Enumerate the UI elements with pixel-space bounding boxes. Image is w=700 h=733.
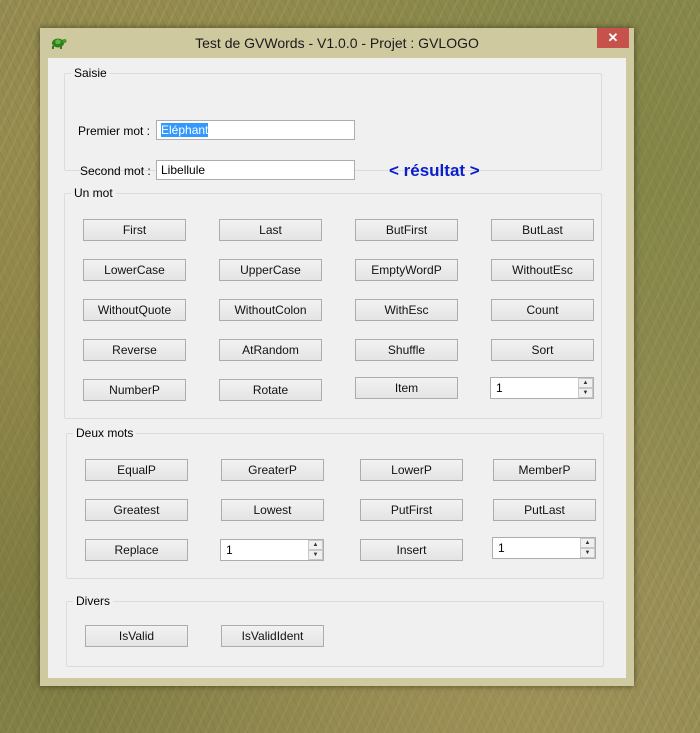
window-title: Test de GVWords - V1.0.0 - Projet : GVLO…: [195, 35, 479, 51]
spin-down-icon[interactable]: ▼: [308, 550, 323, 560]
equalp-button[interactable]: EqualP: [85, 459, 188, 481]
reverse-button[interactable]: Reverse: [83, 339, 186, 361]
lowercase-button[interactable]: LowerCase: [83, 259, 186, 281]
un-mot-legend: Un mot: [71, 186, 116, 200]
app-window: Test de GVWords - V1.0.0 - Projet : GVLO…: [40, 28, 634, 686]
last-button[interactable]: Last: [219, 219, 322, 241]
withoutcolon-button[interactable]: WithoutColon: [219, 299, 322, 321]
item-button[interactable]: Item: [355, 377, 458, 399]
withesc-button[interactable]: WithEsc: [355, 299, 458, 321]
butlast-button[interactable]: ButLast: [491, 219, 594, 241]
first-word-value: Eléphant: [161, 123, 209, 137]
isvalidident-button[interactable]: IsValidIdent: [221, 625, 324, 647]
count-button[interactable]: Count: [491, 299, 594, 321]
spin-up-icon[interactable]: ▲: [308, 540, 323, 550]
putfirst-button[interactable]: PutFirst: [360, 499, 463, 521]
emptywordp-button[interactable]: EmptyWordP: [355, 259, 458, 281]
second-word-label: Second mot :: [80, 164, 151, 178]
item-spinbox[interactable]: 1 ▲ ▼: [490, 377, 594, 399]
numberp-button[interactable]: NumberP: [83, 379, 186, 401]
spin-up-icon[interactable]: ▲: [580, 538, 595, 548]
item-spin-value: 1: [496, 381, 503, 395]
spin-up-icon[interactable]: ▲: [578, 378, 593, 388]
result-label: < résultat >: [389, 161, 480, 180]
close-button[interactable]: ✕: [597, 28, 629, 48]
isvalid-button[interactable]: IsValid: [85, 625, 188, 647]
replace-spin-value: 1: [226, 543, 233, 557]
shuffle-button[interactable]: Shuffle: [355, 339, 458, 361]
memberp-button[interactable]: MemberP: [493, 459, 596, 481]
greaterp-button[interactable]: GreaterP: [221, 459, 324, 481]
putlast-button[interactable]: PutLast: [493, 499, 596, 521]
divers-legend: Divers: [73, 594, 114, 608]
replace-spinbox[interactable]: 1 ▲ ▼: [220, 539, 324, 561]
saisie-legend: Saisie: [71, 66, 110, 80]
withoutesc-button[interactable]: WithoutEsc: [491, 259, 594, 281]
spin-down-icon[interactable]: ▼: [580, 548, 595, 558]
atrandom-button[interactable]: AtRandom: [219, 339, 322, 361]
withoutquote-button[interactable]: WithoutQuote: [83, 299, 186, 321]
sort-button[interactable]: Sort: [491, 339, 594, 361]
spin-down-icon[interactable]: ▼: [578, 388, 593, 398]
insert-button[interactable]: Insert: [360, 539, 463, 561]
insert-spinbox[interactable]: 1 ▲ ▼: [492, 537, 596, 559]
first-button[interactable]: First: [83, 219, 186, 241]
replace-button[interactable]: Replace: [85, 539, 188, 561]
first-word-input[interactable]: Eléphant: [156, 120, 355, 140]
title-bar[interactable]: Test de GVWords - V1.0.0 - Projet : GVLO…: [40, 28, 634, 58]
client-area: Saisie Premier mot : Eléphant Second mot…: [48, 58, 626, 678]
lowerp-button[interactable]: LowerP: [360, 459, 463, 481]
rotate-button[interactable]: Rotate: [219, 379, 322, 401]
deux-mots-legend: Deux mots: [73, 426, 137, 440]
greatest-button[interactable]: Greatest: [85, 499, 188, 521]
uppercase-button[interactable]: UpperCase: [219, 259, 322, 281]
butfirst-button[interactable]: ButFirst: [355, 219, 458, 241]
first-word-label: Premier mot :: [78, 124, 151, 138]
insert-spin-value: 1: [498, 541, 505, 555]
second-word-input[interactable]: Libellule: [156, 160, 355, 180]
lowest-button[interactable]: Lowest: [221, 499, 324, 521]
second-word-value: Libellule: [161, 163, 206, 177]
